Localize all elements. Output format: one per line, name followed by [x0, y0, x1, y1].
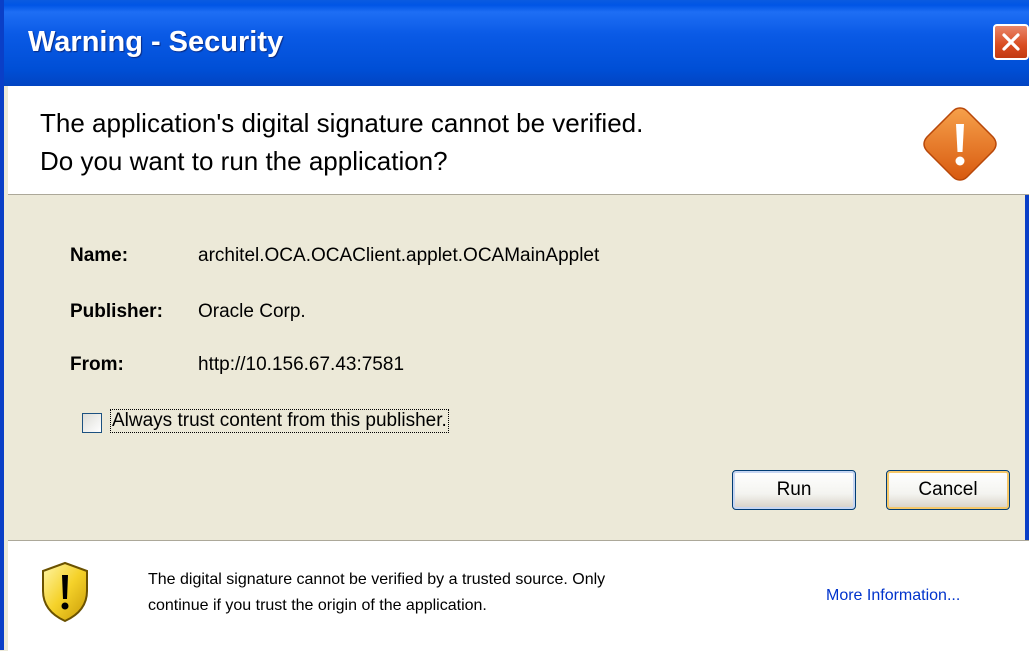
always-trust-checkbox[interactable]	[82, 413, 102, 433]
header-message: The application's digital signature cann…	[40, 104, 643, 180]
footer-line-2: continue if you trust the origin of the …	[148, 597, 487, 614]
window-title: Warning - Security	[28, 26, 284, 58]
name-value: architel.OCA.OCAClient.applet.OCAMainApp…	[198, 245, 600, 266]
publisher-label: Publisher:	[70, 301, 163, 322]
title-bar[interactable]: Warning - Security	[4, 0, 1029, 86]
from-label: From:	[70, 354, 124, 375]
cancel-button[interactable]: Cancel	[886, 470, 1010, 510]
name-label: Name:	[70, 245, 129, 266]
warning-diamond-icon	[923, 107, 997, 181]
from-value: http://10.156.67.43:7581	[198, 354, 405, 375]
footer-message: The digital signature cannot be verified…	[148, 567, 788, 619]
close-icon	[1002, 33, 1020, 51]
warning-shield-icon	[42, 561, 88, 623]
header-line-1: The application's digital signature cann…	[40, 108, 644, 138]
header-line-2: Do you want to run the application?	[40, 146, 448, 176]
header-panel: The application's digital signature cann…	[8, 86, 1029, 195]
security-warning-dialog: Warning - Security The application's dig…	[0, 0, 1029, 651]
more-information-link[interactable]: More Information...	[826, 587, 960, 605]
always-trust-label[interactable]: Always trust content from this publisher…	[110, 409, 449, 433]
run-button[interactable]: Run	[732, 470, 856, 510]
publisher-value: Oracle Corp.	[198, 301, 306, 322]
footer-panel: The digital signature cannot be verified…	[8, 540, 1029, 651]
close-button[interactable]	[993, 24, 1029, 60]
footer-line-1: The digital signature cannot be verified…	[148, 571, 606, 588]
